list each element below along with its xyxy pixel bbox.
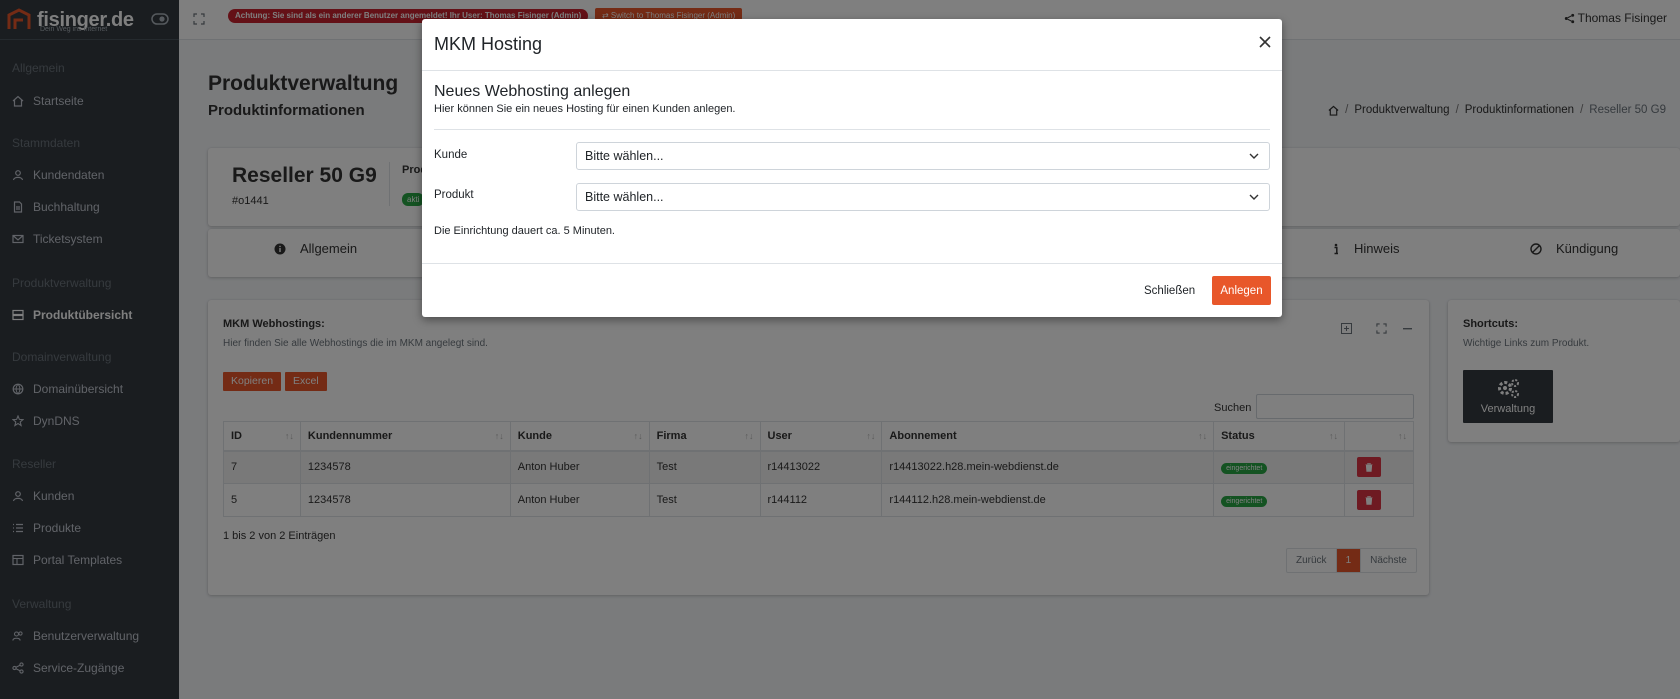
kunde-label: Kunde (434, 149, 468, 161)
chevron-down-icon (1249, 153, 1259, 159)
produkt-select[interactable]: Bitte wählen... (576, 183, 1270, 211)
hosting-modal: MKM Hosting Neues Webhosting anlegen Hie… (422, 19, 1282, 317)
divider (434, 129, 1270, 130)
modal-header: MKM Hosting (422, 19, 1282, 71)
select-value: Bitte wählen... (585, 149, 664, 163)
chevron-down-icon (1249, 194, 1259, 200)
kunde-select[interactable]: Bitte wählen... (576, 142, 1270, 170)
close-button[interactable]: Schließen (1144, 285, 1195, 297)
create-button[interactable]: Anlegen (1212, 276, 1271, 305)
close-icon[interactable] (1258, 35, 1272, 49)
setup-note: Die Einrichtung dauert ca. 5 Minuten. (434, 225, 615, 237)
produkt-label: Produkt (434, 189, 474, 201)
modal-footer-divider (422, 263, 1282, 264)
modal-title: MKM Hosting (434, 34, 543, 54)
modal-description: Hier können Sie ein neues Hosting für ei… (434, 103, 736, 115)
select-value: Bitte wählen... (585, 190, 664, 204)
modal-heading: Neues Webhosting anlegen (434, 83, 631, 100)
